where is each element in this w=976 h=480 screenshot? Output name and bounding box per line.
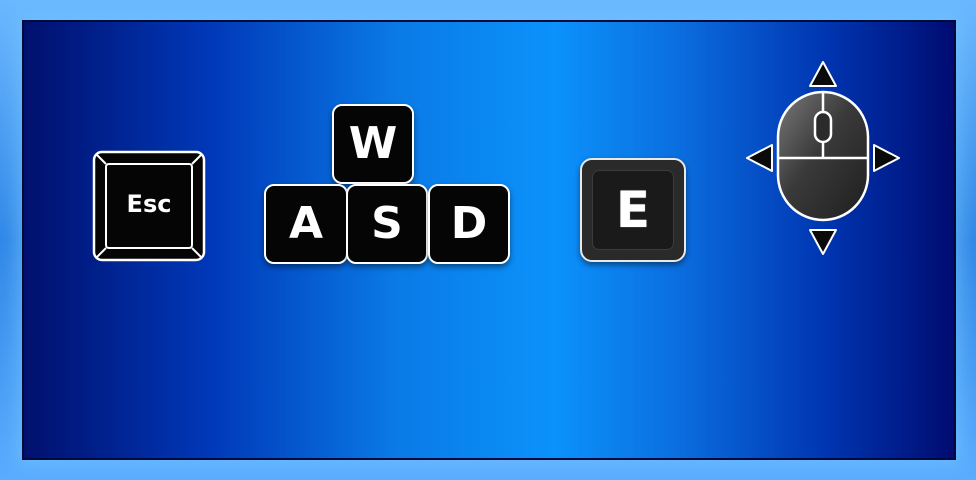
arrow-up-icon <box>809 61 837 87</box>
controls-panel: Esc W A S D E <box>22 20 956 460</box>
w-key: W <box>332 104 414 184</box>
esc-key: Esc <box>92 150 206 262</box>
e-key: E <box>580 158 686 262</box>
e-key-face: E <box>593 171 673 249</box>
mouse-icon <box>746 61 900 255</box>
outer-frame: Esc W A S D E <box>0 0 976 480</box>
s-key: S <box>346 184 428 264</box>
arrow-right-icon <box>873 144 900 172</box>
arrow-down-icon <box>809 229 837 255</box>
arrow-left-icon <box>746 144 773 172</box>
e-key-label: E <box>615 181 651 239</box>
esc-key-label: Esc <box>126 190 172 218</box>
a-key: A <box>264 184 348 264</box>
d-key: D <box>428 184 510 264</box>
mouse-scroll-wheel <box>813 110 833 144</box>
